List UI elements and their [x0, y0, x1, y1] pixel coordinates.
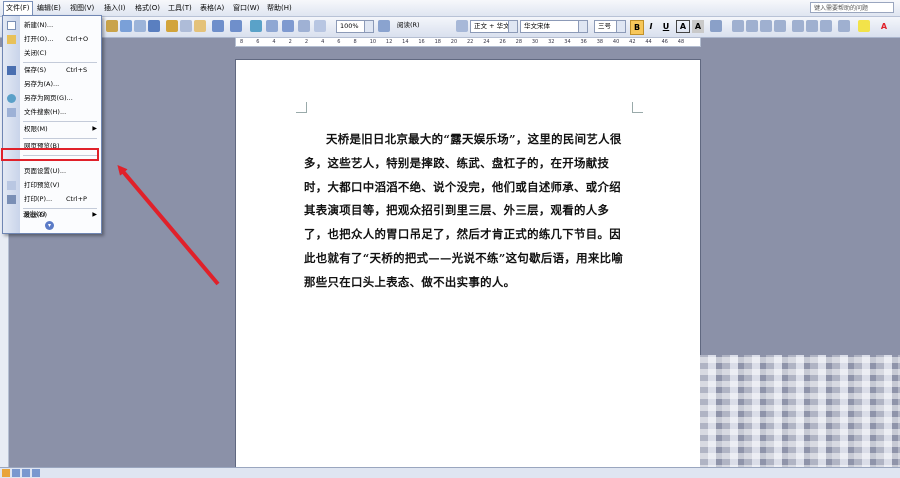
annotation-arrow [117, 164, 220, 286]
